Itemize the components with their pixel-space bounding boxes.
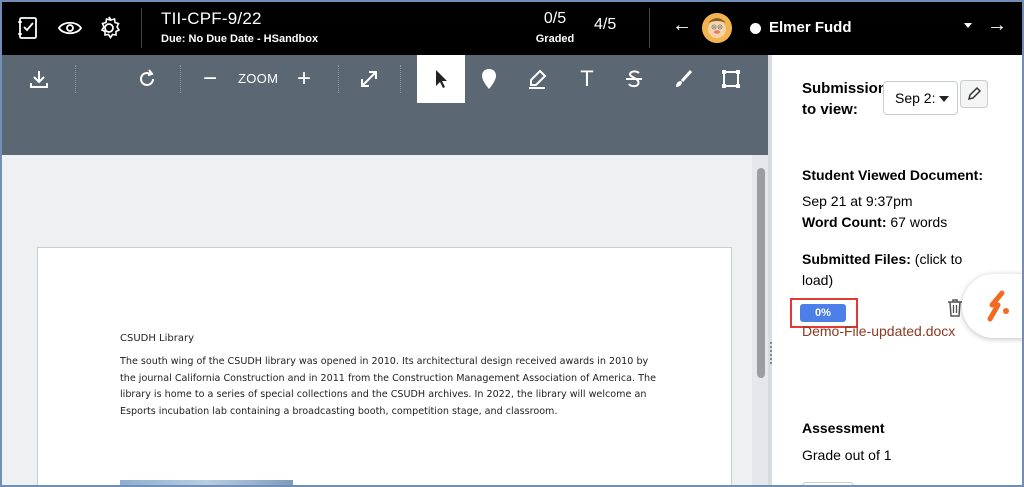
submitted-file-link[interactable]: Demo-File-updated.docx <box>802 323 955 339</box>
toolbar-divider <box>400 65 401 93</box>
turnitin-logo-icon <box>987 290 1009 322</box>
divider <box>649 8 650 48</box>
zoom-in-button[interactable]: + <box>291 55 317 103</box>
viewed-label: Student Viewed Document: <box>802 167 983 183</box>
word-count: Word Count: 67 words <box>802 212 947 233</box>
divider <box>141 8 142 48</box>
graded-label: Graded <box>535 33 575 45</box>
files-label: Submitted Files: <box>802 251 911 267</box>
submission-label: Submission to view: <box>802 80 888 118</box>
panel-splitter[interactable] <box>768 55 772 485</box>
status-dot-icon <box>750 23 761 34</box>
submitted-files-heading: Submitted Files: (click to load) <box>802 249 967 291</box>
point-annotation-icon[interactable] <box>474 55 504 103</box>
viewed-date: Sep 21 at 9:37pm <box>802 193 913 209</box>
chevron-down-icon <box>939 96 949 102</box>
upload-progress-badge: 0% <box>800 304 846 322</box>
word-count-value: 67 words <box>890 214 948 230</box>
gear-icon[interactable] <box>96 15 122 41</box>
pencil-icon <box>967 86 982 101</box>
submission-select[interactable]: Sep 2: <box>883 81 958 115</box>
word-count-label: Word Count: <box>802 214 887 230</box>
grade-input[interactable] <box>802 482 854 485</box>
submission-select-value: Sep 2: <box>895 90 936 106</box>
edit-pencil-button[interactable] <box>960 80 988 108</box>
document-page[interactable]: CSUDH Library The south wing of the CSUD… <box>37 247 732 485</box>
turnitin-launcher-button[interactable] <box>962 274 1022 338</box>
grade-out-of-label: Grade out of 1 <box>802 447 892 463</box>
student-name[interactable]: Elmer Fudd <box>769 19 852 36</box>
document-body-text: The south wing of the CSUDH library was … <box>120 356 656 417</box>
select-pointer-icon[interactable] <box>417 55 465 103</box>
strikeout-icon[interactable] <box>619 55 649 103</box>
document-heading: CSUDH Library <box>120 333 195 344</box>
student-position: 4/5 <box>594 16 617 33</box>
eye-icon[interactable] <box>57 15 83 41</box>
zoom-out-button[interactable]: − <box>197 55 223 103</box>
download-icon[interactable] <box>22 55 56 103</box>
top-bar: TII-CPF-9/22 Due: No Due Date - HSandbox… <box>2 2 1022 55</box>
speedgrader-window: TII-CPF-9/22 Due: No Due Date - HSandbox… <box>0 0 1024 487</box>
toolbar-divider <box>338 65 339 93</box>
assignment-title[interactable]: TII-CPF-9/22 <box>161 9 262 29</box>
graded-count: 0/5 <box>543 10 567 27</box>
toolbar-divider <box>75 65 76 93</box>
text-tool-icon[interactable]: T <box>572 55 602 103</box>
student-dropdown-chevron-down-icon[interactable] <box>964 23 972 28</box>
rectangle-annotation-icon[interactable] <box>716 55 746 103</box>
gradebook-icon[interactable] <box>15 15 41 41</box>
previous-student-arrow-icon[interactable]: ← <box>672 15 692 35</box>
toolbar-divider <box>180 65 181 93</box>
rotate-icon[interactable] <box>130 55 164 103</box>
next-student-arrow-icon[interactable]: → <box>987 15 1007 35</box>
assessment-heading: Assessment <box>802 420 885 436</box>
annotation-toolbar: − ZOOM + T <box>2 55 772 155</box>
avatar <box>702 13 732 43</box>
freehand-brush-icon[interactable] <box>668 55 698 103</box>
zoom-label: ZOOM <box>238 71 279 86</box>
due-date: Due: No Due Date - HSandbox <box>161 33 319 45</box>
document-image <box>120 480 293 485</box>
scrollbar-thumb[interactable] <box>757 168 765 378</box>
fullscreen-icon[interactable] <box>352 55 386 103</box>
highlight-pen-icon[interactable] <box>522 55 552 103</box>
